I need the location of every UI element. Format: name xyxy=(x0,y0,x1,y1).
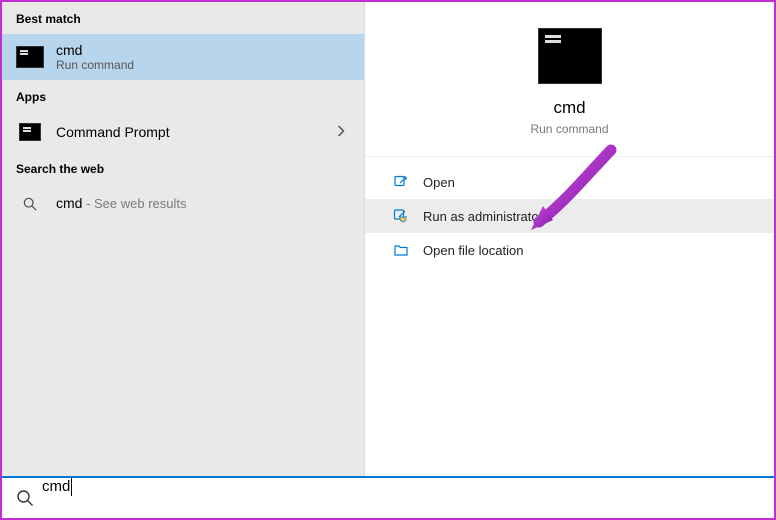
detail-title: cmd xyxy=(553,98,585,118)
results-panel: Best match cmd Run command Apps Command … xyxy=(2,2,365,476)
result-subtitle: Run command xyxy=(56,58,350,72)
search-icon xyxy=(16,192,44,216)
action-label: Open file location xyxy=(423,243,523,258)
actions-list: Open Run as administrator Open file loca… xyxy=(365,157,774,275)
folder-icon xyxy=(393,242,409,258)
cmd-icon-large xyxy=(538,28,602,84)
cmd-icon xyxy=(16,120,44,144)
search-input[interactable]: cmd xyxy=(42,478,768,518)
result-title: cmd xyxy=(56,42,350,58)
action-open[interactable]: Open xyxy=(365,165,774,199)
search-bar[interactable]: cmd xyxy=(2,476,774,518)
section-header-web: Search the web xyxy=(2,152,364,184)
open-icon xyxy=(393,174,409,190)
detail-panel: cmd Run command Open Run as administrato… xyxy=(365,2,774,476)
result-title: Command Prompt xyxy=(56,124,325,140)
chevron-right-icon xyxy=(337,125,346,140)
action-label: Run as administrator xyxy=(423,209,543,224)
admin-shield-icon xyxy=(393,208,409,224)
section-header-best-match: Best match xyxy=(2,2,364,34)
action-label: Open xyxy=(423,175,455,190)
best-match-result[interactable]: cmd Run command xyxy=(2,34,364,80)
search-icon xyxy=(16,489,34,507)
section-header-apps: Apps xyxy=(2,80,364,112)
detail-subtitle: Run command xyxy=(530,122,608,136)
action-open-file-location[interactable]: Open file location xyxy=(365,233,774,267)
web-result[interactable]: cmd - See web results xyxy=(2,184,364,224)
web-result-text: cmd - See web results xyxy=(56,195,350,213)
apps-result[interactable]: Command Prompt xyxy=(2,112,364,152)
cmd-icon xyxy=(16,45,44,69)
action-run-as-admin[interactable]: Run as administrator xyxy=(365,199,774,233)
